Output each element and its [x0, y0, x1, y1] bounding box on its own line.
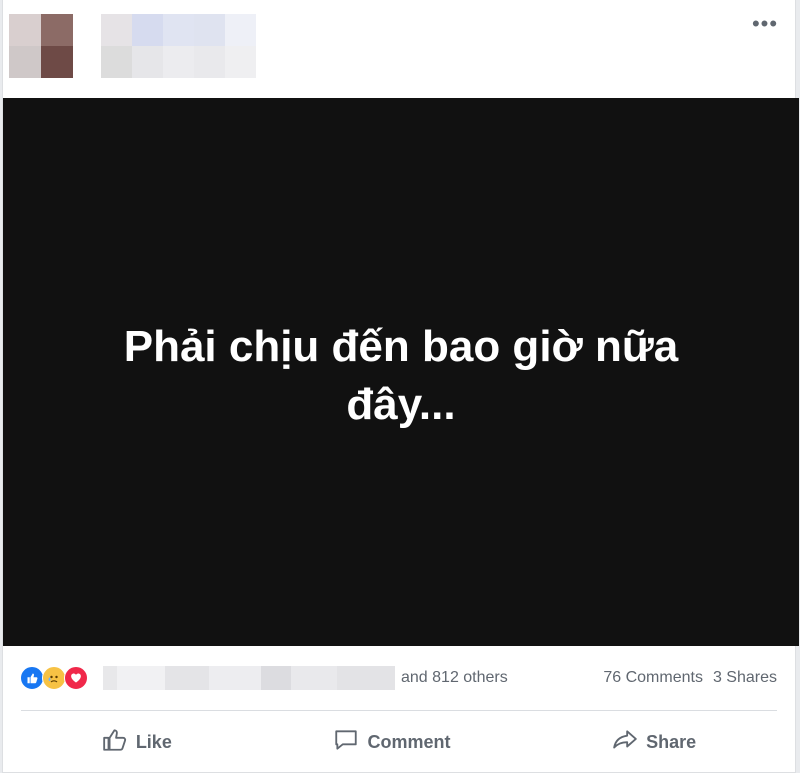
- divider: [21, 710, 777, 711]
- author-name-blurred[interactable]: [101, 14, 287, 78]
- love-icon: [64, 666, 88, 690]
- comment-icon: [333, 727, 359, 758]
- reactor-names-blurred[interactable]: [103, 666, 395, 690]
- share-arrow-icon: [612, 727, 638, 758]
- post-image[interactable]: Phải chịu đến bao giờ nữa đây...: [3, 98, 799, 646]
- post-header: •••: [3, 0, 795, 98]
- share-button[interactable]: Share: [598, 721, 710, 764]
- avatar[interactable]: [9, 14, 73, 78]
- reaction-icons[interactable]: [20, 666, 88, 690]
- reactions-bar: and 812 others 76 Comments 3 Shares: [3, 658, 795, 698]
- post-image-text: Phải chịu đến bao giờ nữa đây...: [123, 322, 679, 429]
- action-bar: Like Comment Share: [21, 716, 777, 768]
- more-options-icon[interactable]: •••: [751, 13, 779, 35]
- thumbs-up-icon: [102, 727, 128, 758]
- engagement-counts: 76 Comments 3 Shares: [603, 669, 777, 687]
- sad-icon: [42, 666, 66, 690]
- like-label: Like: [135, 731, 172, 752]
- post-card: ••• Phải chịu đến bao giờ nữa đây... and…: [2, 0, 799, 773]
- comment-label: Comment: [367, 731, 451, 752]
- shares-count-link[interactable]: 3 Shares: [713, 669, 777, 687]
- like-icon: [20, 666, 44, 690]
- comments-count-link[interactable]: 76 Comments: [603, 669, 703, 687]
- others-count-link[interactable]: and 812 others: [401, 669, 508, 687]
- comment-button[interactable]: Comment: [319, 721, 464, 764]
- share-label: Share: [646, 731, 697, 752]
- like-button[interactable]: Like: [88, 721, 186, 764]
